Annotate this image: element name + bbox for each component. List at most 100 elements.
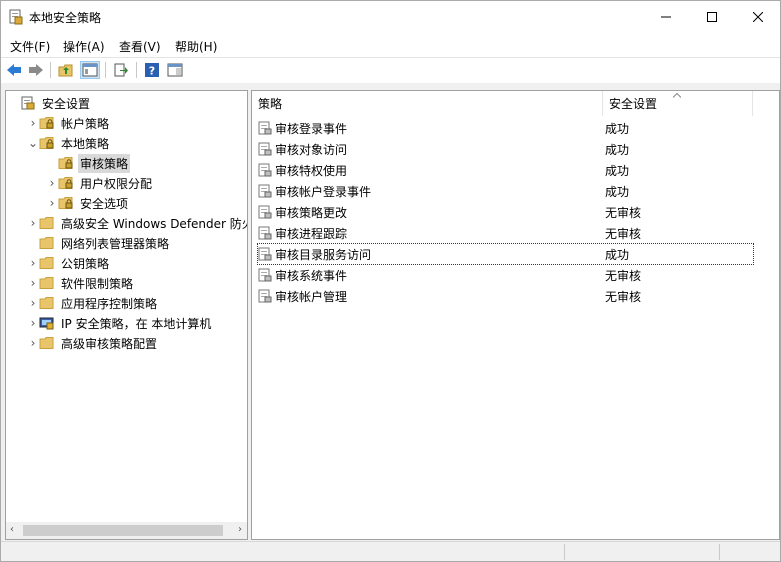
chevron-right-icon[interactable]: › bbox=[27, 313, 39, 333]
local-security-policy-icon bbox=[9, 9, 23, 25]
help-icon: ? bbox=[145, 63, 159, 78]
folder-lock-icon bbox=[58, 197, 73, 209]
tree-item-label: 帐户策略 bbox=[61, 116, 110, 131]
tree-item-label: 安全选项 bbox=[80, 196, 129, 211]
policy-icon bbox=[258, 247, 272, 261]
column-header-policy[interactable]: 策略 bbox=[252, 91, 603, 116]
policy-name: 审核策略更改 bbox=[275, 205, 348, 220]
tree-item[interactable]: › IP 安全策略，在 本地计算机 bbox=[27, 313, 213, 333]
tree-item[interactable]: › 帐户策略 bbox=[27, 113, 111, 133]
tree-item[interactable]: › 软件限制策略 bbox=[27, 273, 135, 293]
show-hide-console-tree-button[interactable] bbox=[80, 61, 100, 79]
up-one-level-button[interactable] bbox=[56, 61, 76, 79]
folder-up-icon bbox=[58, 64, 73, 77]
policy-icon bbox=[258, 226, 272, 240]
export-list-button[interactable] bbox=[111, 61, 131, 79]
policy-icon bbox=[258, 289, 272, 303]
policy-icon bbox=[258, 184, 272, 198]
back-button[interactable] bbox=[4, 61, 24, 79]
policy-name: 审核特权使用 bbox=[275, 163, 348, 178]
policy-row[interactable]: 审核帐户管理 无审核 bbox=[258, 286, 753, 306]
column-header-setting[interactable]: 安全设置 bbox=[603, 91, 753, 116]
help-button[interactable]: ? bbox=[142, 61, 162, 79]
policy-row[interactable]: 审核进程跟踪 无审核 bbox=[258, 223, 753, 243]
tree-item[interactable]: › 安全选项 bbox=[46, 193, 130, 213]
menu-help[interactable]: 帮助(H) bbox=[175, 38, 217, 55]
tree-item[interactable]: › 应用程序控制策略 bbox=[27, 293, 159, 313]
policy-row[interactable]: 审核目录服务访问 成功 bbox=[257, 243, 754, 265]
menu-file[interactable]: 文件(F) bbox=[10, 38, 50, 55]
horizontal-scrollbar[interactable]: ‹ › bbox=[6, 522, 247, 539]
folder-icon bbox=[39, 217, 54, 229]
tree-item[interactable]: ⌄ 本地策略 bbox=[27, 133, 111, 153]
status-bar bbox=[1, 541, 780, 561]
folder-icon bbox=[39, 297, 54, 309]
menu-action[interactable]: 操作(A) bbox=[63, 38, 105, 55]
menu-view[interactable]: 查看(V) bbox=[119, 38, 161, 55]
policy-setting: 成功 bbox=[605, 121, 630, 136]
sort-ascending-icon bbox=[673, 93, 681, 98]
forward-arrow-icon bbox=[29, 64, 43, 76]
console-tree-pane: 安全设置 › 帐户策略 ⌄ 本地策略 审核策略 › 用户权限分配 › 安全选项 › 高级安全 Wind… bbox=[5, 90, 248, 540]
tree-item[interactable]: 审核策略 bbox=[46, 153, 131, 173]
folder-icon bbox=[39, 277, 54, 289]
policy-setting: 成功 bbox=[605, 142, 630, 157]
tree-item[interactable]: 网络列表管理器策略 bbox=[27, 233, 171, 253]
back-arrow-icon bbox=[7, 64, 21, 76]
status-separator bbox=[564, 544, 565, 560]
tree-item[interactable]: 安全设置 bbox=[8, 93, 92, 113]
chevron-down-icon[interactable]: ⌄ bbox=[27, 133, 39, 153]
folder-lock-icon bbox=[58, 157, 73, 169]
folder-icon bbox=[39, 237, 54, 249]
tree-item[interactable]: › 公钥策略 bbox=[27, 253, 111, 273]
tree-item-label: 公钥策略 bbox=[61, 256, 110, 271]
tree-item-label: 高级审核策略配置 bbox=[61, 336, 158, 351]
tree-item-label: 安全设置 bbox=[42, 96, 91, 111]
policy-name: 审核进程跟踪 bbox=[275, 226, 348, 241]
folder-icon bbox=[39, 337, 54, 349]
chevron-right-icon[interactable]: › bbox=[27, 113, 39, 133]
policy-row[interactable]: 审核对象访问 成功 bbox=[258, 139, 753, 159]
tree-item[interactable]: › 高级安全 Windows Defender 防火墙 bbox=[27, 213, 248, 233]
tree-item[interactable]: › 用户权限分配 bbox=[46, 173, 154, 193]
policy-setting: 无审核 bbox=[605, 226, 642, 241]
chevron-right-icon[interactable]: › bbox=[27, 273, 39, 293]
chevron-right-icon[interactable]: › bbox=[46, 173, 58, 193]
scroll-right-icon[interactable]: › bbox=[238, 524, 242, 535]
forward-button[interactable] bbox=[26, 61, 46, 79]
policy-name: 审核帐户管理 bbox=[275, 289, 348, 304]
toolbar-separator bbox=[136, 62, 137, 78]
window-title: 本地安全策略 bbox=[29, 11, 102, 25]
action-pane-icon bbox=[167, 63, 183, 77]
scroll-left-icon[interactable]: ‹ bbox=[10, 524, 14, 535]
policy-name: 审核帐户登录事件 bbox=[275, 184, 372, 199]
maximize-button[interactable] bbox=[689, 1, 735, 33]
chevron-right-icon[interactable]: › bbox=[27, 253, 39, 273]
chevron-right-icon[interactable]: › bbox=[27, 213, 39, 233]
tree-item[interactable]: › 高级审核策略配置 bbox=[27, 333, 159, 353]
tree-item-label: 网络列表管理器策略 bbox=[61, 236, 170, 251]
tree-item-label: 应用程序控制策略 bbox=[61, 296, 158, 311]
toolbar-separator bbox=[50, 62, 51, 78]
show-action-pane-button[interactable] bbox=[165, 61, 185, 79]
ip-security-icon bbox=[39, 317, 54, 330]
scrollbar-thumb[interactable] bbox=[23, 525, 223, 536]
policy-setting: 成功 bbox=[605, 184, 630, 199]
minimize-button[interactable] bbox=[643, 1, 689, 33]
folder-lock-icon bbox=[39, 117, 54, 129]
policy-row[interactable]: 审核特权使用 成功 bbox=[258, 160, 753, 180]
policy-row[interactable]: 审核登录事件 成功 bbox=[258, 118, 753, 138]
policy-row[interactable]: 审核策略更改 无审核 bbox=[258, 202, 753, 222]
close-button[interactable] bbox=[735, 1, 781, 33]
chevron-right-icon[interactable]: › bbox=[46, 193, 58, 213]
tree-item-label: 高级安全 Windows Defender 防火墙 bbox=[61, 216, 248, 231]
policy-row[interactable]: 审核帐户登录事件 成功 bbox=[258, 181, 753, 201]
chevron-right-icon[interactable]: › bbox=[27, 293, 39, 313]
policy-name: 审核对象访问 bbox=[275, 142, 348, 157]
policy-row[interactable]: 审核系统事件 无审核 bbox=[258, 265, 753, 285]
policy-icon bbox=[258, 205, 272, 219]
title-bar[interactable]: 本地安全策略 bbox=[1, 1, 780, 33]
chevron-right-icon[interactable]: › bbox=[27, 333, 39, 353]
